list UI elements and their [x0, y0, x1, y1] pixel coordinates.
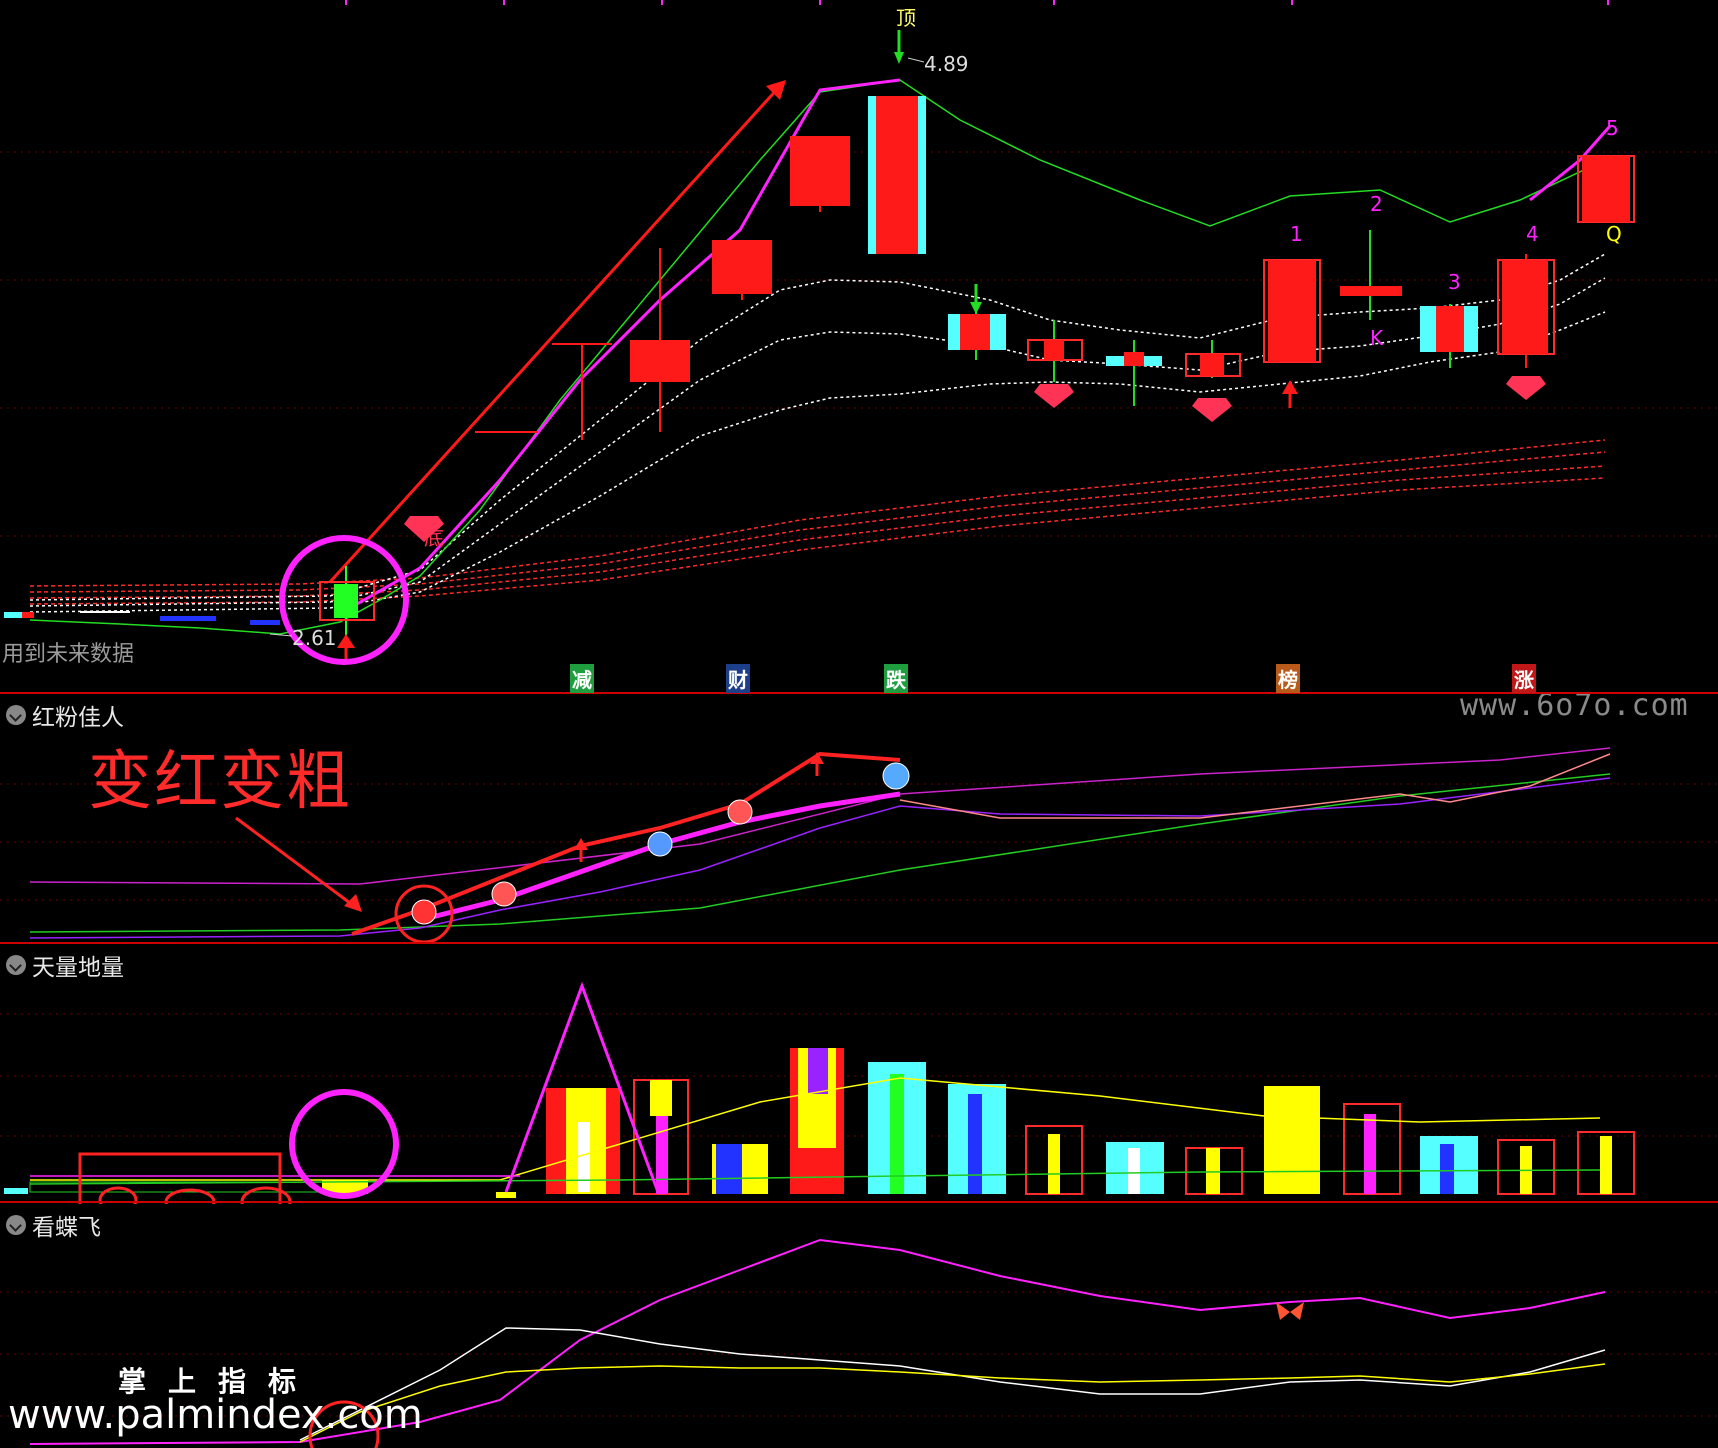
k-label: K [1370, 326, 1384, 350]
tag-zhang[interactable]: 涨 [1512, 664, 1536, 693]
tag-jian[interactable]: 减 [570, 664, 594, 693]
pane-title-text: 天量地量 [32, 955, 124, 981]
main-price-pane[interactable]: 顶 4.89 2.61 底 1 2 3 4 5 K Q 用到未来数据 减 财 跌… [0, 0, 1718, 694]
wave-label-1: 1 [1290, 222, 1303, 246]
wave-label-5: 5 [1606, 116, 1619, 140]
pane-title-hongfen[interactable]: 红粉佳人 [6, 698, 124, 732]
wave-label-4: 4 [1526, 222, 1539, 246]
pane-title-tianliang[interactable]: 天量地量 [6, 948, 124, 982]
candles [4, 96, 1635, 638]
collapse-chevron-icon[interactable] [6, 955, 26, 975]
candlestick-chart [0, 0, 1718, 694]
future-data-note: 用到未来数据 [2, 642, 135, 667]
watermark-palmindex: www.palmindex.com [8, 1392, 423, 1438]
watermark-6o7o: www.6o7o.com [1460, 694, 1689, 723]
tag-cai[interactable]: 财 [726, 664, 750, 693]
tag-bang[interactable]: 榜 [1276, 664, 1300, 693]
collapse-chevron-icon[interactable] [6, 705, 26, 725]
pane-title-text: 看蝶飞 [32, 1215, 101, 1241]
top-marker-label: 顶 [896, 6, 916, 30]
wave-label-2: 2 [1370, 192, 1383, 216]
wave-label-3: 3 [1448, 270, 1461, 294]
high-price-label: 4.89 [924, 52, 969, 76]
low-price-label: 2.61 [292, 626, 337, 650]
butterfly-icon [1276, 1302, 1304, 1320]
signal-arrows [337, 30, 1298, 664]
tianliang-chart [0, 981, 1718, 1204]
indicator-pane-tianliang[interactable]: 天量地量 [0, 944, 1718, 1204]
q-label: Q [1606, 222, 1622, 246]
diamond-icons [404, 376, 1546, 542]
pane-title-kandiefei[interactable]: 看蝶飞 [6, 1208, 101, 1242]
annotation-text: 变红变粗 [88, 745, 352, 819]
bottom-marker-label: 底 [424, 526, 444, 550]
tag-die[interactable]: 跌 [884, 664, 908, 693]
pane-title-text: 红粉佳人 [32, 705, 124, 731]
collapse-chevron-icon[interactable] [6, 1215, 26, 1235]
